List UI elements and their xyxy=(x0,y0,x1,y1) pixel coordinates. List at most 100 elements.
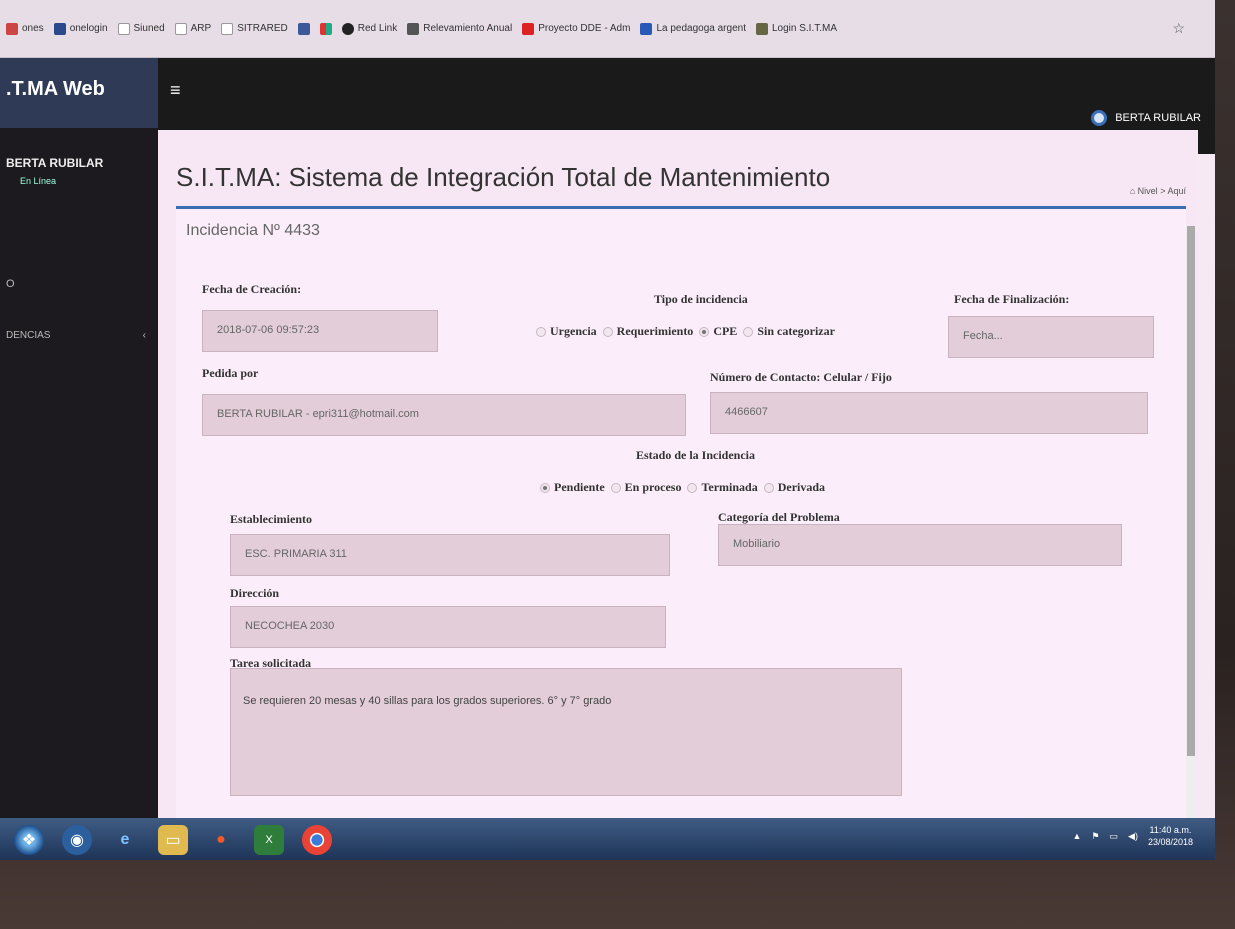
brand-logo[interactable]: .T.MA Web xyxy=(0,58,158,128)
bookmark-star-icon[interactable]: ☆ xyxy=(1172,20,1185,37)
bookmark-icon xyxy=(6,22,18,35)
page-title: S.I.T.MA: Sistema de Integración Total d… xyxy=(176,162,831,192)
chevron-left-icon: ‹ xyxy=(142,330,146,341)
proyecto-icon xyxy=(522,22,535,35)
establishment-field[interactable]: ESC. PRIMARIA 311 xyxy=(230,534,670,576)
bookmark-10[interactable]: La pedagoga argent xyxy=(640,22,746,35)
requested-by-field[interactable]: BERTA RUBILAR - epri311@hotmail.com xyxy=(202,394,686,436)
bookmark-label: La pedagoga argent xyxy=(656,23,746,34)
establishment-label: Establecimiento xyxy=(230,512,312,526)
volume-icon[interactable]: ◀) xyxy=(1128,831,1138,842)
bookmark-8[interactable]: Relevamiento Anual xyxy=(407,22,513,35)
bookmark-label: onelogin xyxy=(69,23,108,34)
incident-state-group: Pendiente En proceso Terminada Derivada xyxy=(540,480,825,495)
bookmark-label: Red Link xyxy=(357,23,398,34)
incident-title: Incidencia Nº 4433 xyxy=(186,222,320,239)
contact-number-field[interactable]: 4466607 xyxy=(710,392,1148,434)
problem-category-field[interactable]: Mobiliario xyxy=(718,524,1122,566)
requested-task-textarea[interactable]: Se requieren 20 mesas y 40 sillas para l… xyxy=(230,668,902,796)
user-menu[interactable]: BERTA RUBILAR xyxy=(1091,110,1201,126)
bookmark-icon xyxy=(53,22,66,35)
incident-state-label: Estado de la Incidencia xyxy=(636,448,756,462)
bookmark-7[interactable]: Red Link xyxy=(341,22,398,35)
blog-icon xyxy=(640,22,653,35)
radio-selected-icon xyxy=(540,482,550,493)
bookmark-label: ARP xyxy=(190,23,212,34)
main-content: S.I.T.MA: Sistema de Integración Total d… xyxy=(158,130,1198,860)
requested-by-label: Pedida por xyxy=(202,366,259,380)
home-icon: ⌂ xyxy=(1129,186,1136,196)
type-radio-requerimiento[interactable]: Requerimiento xyxy=(602,324,693,339)
state-radio-en-proceso[interactable]: En proceso xyxy=(610,480,682,495)
bookmark-facebook[interactable] xyxy=(297,22,310,35)
radio-label: En proceso xyxy=(624,480,682,494)
radio-label: Sin categorizar xyxy=(757,324,835,338)
incident-type-label: Tipo de incidencia xyxy=(654,292,748,306)
page-icon xyxy=(221,22,234,35)
bookmark-label: Siuned xyxy=(133,23,165,34)
network-icon[interactable]: ▭ xyxy=(1110,831,1119,842)
breadcrumb: ⌂ Nivel > Aquí xyxy=(1130,186,1186,196)
state-radio-pendiente[interactable]: Pendiente xyxy=(540,480,605,495)
state-radio-terminada[interactable]: Terminada xyxy=(687,480,758,495)
monitor-frame: ones onelogin Siuned ARP SITRARED Red Li… xyxy=(0,0,1235,929)
sidebar-item-a[interactable]: O xyxy=(0,188,158,290)
radio-icon xyxy=(536,326,546,337)
radio-selected-icon xyxy=(699,326,710,337)
file-explorer-icon[interactable]: ▭ xyxy=(158,825,188,855)
state-radio-derivada[interactable]: Derivada xyxy=(763,480,826,495)
start-button-icon[interactable]: ❖ xyxy=(14,825,44,855)
media-player-icon[interactable]: ◉ xyxy=(62,825,92,855)
bookmark-label: Login S.I.T.MA xyxy=(771,23,838,34)
address-field[interactable]: NECOCHEA 2030 xyxy=(230,606,666,648)
sidebar-user-name: BERTA RUBILAR xyxy=(6,156,104,170)
radio-label: Derivada xyxy=(777,480,826,494)
chrome-icon[interactable] xyxy=(302,825,332,855)
bookmark-1[interactable]: onelogin xyxy=(53,22,108,35)
scrollbar-thumb[interactable] xyxy=(1187,226,1195,756)
radio-icon xyxy=(602,326,613,337)
contact-number-label: Número de Contacto: Celular / Fijo xyxy=(710,370,892,384)
end-date-field[interactable]: Fecha... xyxy=(948,316,1154,358)
flag-icon[interactable]: ⚑ xyxy=(1091,831,1099,842)
internet-explorer-icon[interactable]: e xyxy=(110,825,140,855)
bookmark-11[interactable]: Login S.I.T.MA xyxy=(755,22,838,35)
radio-icon xyxy=(743,326,754,337)
type-radio-cpe[interactable]: CPE xyxy=(699,324,737,339)
breadcrumb-home[interactable]: Nivel xyxy=(1138,186,1158,196)
sidebar: .T.MA Web BERTA RUBILAR En Línea O DENCI… xyxy=(0,58,158,818)
menu-toggle-icon[interactable]: ≡ xyxy=(170,80,181,101)
sidebar-item-label: DENCIAS xyxy=(6,330,51,341)
bookmark-grid[interactable] xyxy=(319,22,332,35)
creation-date-field[interactable]: 2018-07-06 09:57:23 xyxy=(202,310,438,352)
bookmark-label: Relevamiento Anual xyxy=(423,23,513,34)
radio-icon xyxy=(610,482,621,493)
facebook-icon xyxy=(297,22,310,35)
login-icon xyxy=(755,22,768,35)
excel-icon[interactable]: X xyxy=(254,825,284,855)
page-icon xyxy=(174,22,187,35)
type-radio-sin-categorizar[interactable]: Sin categorizar xyxy=(743,324,835,339)
clock[interactable]: 11:40 a.m. 23/08/2018 xyxy=(1148,824,1193,848)
radio-label: Terminada xyxy=(701,480,758,494)
radio-label: Pendiente xyxy=(554,480,605,494)
tray-arrow-icon[interactable]: ▲ xyxy=(1073,831,1082,841)
bookmark-9[interactable]: Proyecto DDE - Adm xyxy=(522,22,631,35)
clock-time: 11:40 a.m. xyxy=(1149,825,1192,835)
bookmark-3[interactable]: ARP xyxy=(174,22,212,35)
type-radio-urgencia[interactable]: Urgencia xyxy=(536,324,597,339)
bookmarks-bar: ones onelogin Siuned ARP SITRARED Red Li… xyxy=(0,0,1215,58)
grid-icon xyxy=(319,22,332,35)
screen: ones onelogin Siuned ARP SITRARED Red Li… xyxy=(0,0,1215,860)
address-label: Dirección xyxy=(230,586,280,600)
bookmark-0[interactable]: ones xyxy=(6,22,44,35)
page-scrollbar[interactable] xyxy=(1186,226,1196,860)
incident-type-group: Urgencia Requerimiento CPE Sin categoriz… xyxy=(536,324,835,339)
bookmark-4[interactable]: SITRARED xyxy=(221,22,288,35)
breadcrumb-separator: > xyxy=(1160,186,1166,196)
media-icon[interactable]: ● xyxy=(206,825,236,855)
clock-date: 23/08/2018 xyxy=(1147,837,1193,847)
bookmark-label: Proyecto DDE - Adm xyxy=(538,23,631,34)
bookmark-2[interactable]: Siuned xyxy=(117,22,165,35)
sidebar-item-incidencias[interactable]: DENCIAS ‹ xyxy=(0,290,158,341)
